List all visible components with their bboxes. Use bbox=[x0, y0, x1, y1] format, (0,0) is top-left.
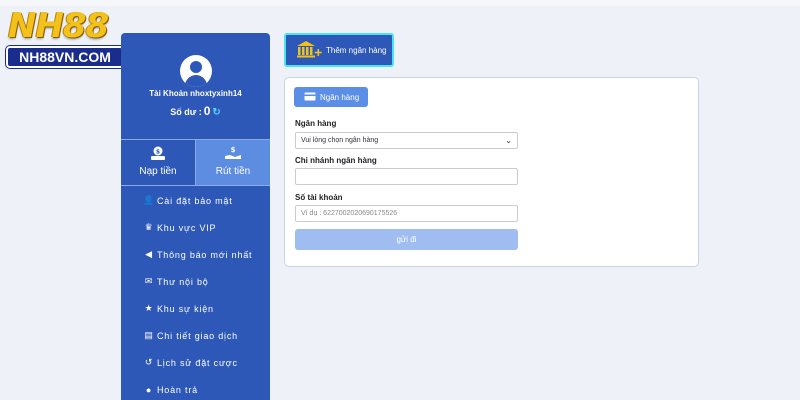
branch-input[interactable] bbox=[295, 168, 518, 185]
menu-item-label: Hoàn trả bbox=[157, 384, 198, 395]
brand-logo[interactable]: NH88 NH88VN.COM bbox=[2, 4, 126, 70]
menu-item-label: Thông báo mới nhất bbox=[157, 249, 253, 260]
balance-label: Số dư : bbox=[170, 107, 202, 117]
bank-select-value: Vui lòng chọn ngân hàng bbox=[301, 137, 379, 144]
withdraw-label: Rút tiền bbox=[215, 166, 251, 177]
chevron-down-icon: ⌄ bbox=[505, 136, 512, 145]
sidebar: Tài Khoản nhoxtyxinh14 Số dư :0 ↻ $ Nạp t… bbox=[121, 33, 270, 400]
menu-item-vip[interactable]: ♛ Khu vực VIP bbox=[121, 214, 270, 241]
withdraw-icon: $ bbox=[196, 146, 270, 162]
account-number-label: Số tài khoản bbox=[295, 193, 343, 202]
menu-item-events[interactable]: ★ Khu sự kiện bbox=[121, 295, 270, 322]
tab-bank[interactable]: Ngân hàng bbox=[294, 87, 368, 107]
account-number-input[interactable]: Ví dụ : 6227002020690175526 bbox=[295, 205, 518, 222]
balance-value: 0 bbox=[203, 104, 211, 118]
avatar bbox=[180, 55, 212, 87]
bank-label: Ngân hàng bbox=[295, 119, 337, 128]
deposit-icon: $ bbox=[121, 146, 195, 162]
menu-item-rebate[interactable]: ● Hoàn trả bbox=[121, 376, 270, 400]
trophy-icon: ★ bbox=[144, 303, 154, 313]
logo-site: NH88VN.COM bbox=[6, 46, 124, 68]
svg-text:$: $ bbox=[231, 146, 236, 154]
megaphone-icon: ◀ bbox=[145, 249, 153, 259]
avatar-body bbox=[185, 75, 207, 87]
menu-item-label: Thư nội bộ bbox=[157, 276, 209, 287]
menu-item-label: Cài đặt bảo mật bbox=[157, 195, 233, 206]
balance: Số dư :0 ↻ bbox=[121, 104, 270, 118]
deposit-label: Nạp tiền bbox=[139, 166, 177, 177]
bank-form-panel: Ngân hàng Ngân hàng Vui lòng chọn ngân h… bbox=[284, 77, 699, 267]
menu-item-label: Chi tiết giao dịch bbox=[157, 330, 238, 341]
menu-item-notifications[interactable]: ◀ Thông báo mới nhất bbox=[121, 241, 270, 268]
svg-text:$: $ bbox=[156, 149, 160, 156]
branch-label: Chi nhánh ngân hàng bbox=[295, 156, 377, 165]
menu-item-security[interactable]: 👤 Cài đặt bảo mật bbox=[121, 187, 270, 214]
avatar-head bbox=[190, 61, 202, 73]
bank-add-icon bbox=[296, 40, 322, 60]
menu-item-inbox[interactable]: ✉ Thư nội bộ bbox=[121, 268, 270, 295]
withdraw-button[interactable]: $ Rút tiền bbox=[196, 140, 270, 185]
menu-item-transactions[interactable]: ▤ Chi tiết giao dịch bbox=[121, 322, 270, 349]
refresh-icon[interactable]: ↻ bbox=[212, 107, 220, 118]
history-icon: ↺ bbox=[144, 357, 154, 367]
submit-button[interactable]: gửi đi bbox=[295, 229, 518, 250]
add-bank-button[interactable]: Thêm ngân hàng bbox=[284, 33, 394, 67]
add-bank-label: Thêm ngân hàng bbox=[326, 45, 387, 55]
clipboard-icon: ▤ bbox=[144, 330, 154, 340]
bank-select[interactable]: Vui lòng chọn ngân hàng ⌄ bbox=[295, 132, 518, 149]
tab-label: Ngân hàng bbox=[320, 92, 360, 102]
user-lock-icon: 👤 bbox=[143, 195, 156, 205]
dollar-icon: ● bbox=[145, 384, 153, 395]
menu-item-label: Khu sự kiện bbox=[157, 303, 214, 314]
logo-word: NH88 bbox=[8, 6, 109, 46]
crown-icon: ♛ bbox=[144, 222, 154, 232]
menu-item-label: Khu vực VIP bbox=[157, 222, 217, 233]
bank-card-icon bbox=[304, 92, 316, 103]
sidebar-menu: 👤 Cài đặt bảo mật ♛ Khu vực VIP ◀ Thông … bbox=[121, 187, 270, 400]
envelope-icon: ✉ bbox=[144, 276, 154, 286]
deposit-button[interactable]: $ Nạp tiền bbox=[121, 140, 196, 185]
menu-item-bet-history[interactable]: ↺ Lịch sử đặt cược bbox=[121, 349, 270, 376]
account-name: Tài Khoản nhoxtyxinh14 bbox=[149, 89, 242, 98]
menu-item-label: Lịch sử đặt cược bbox=[157, 357, 238, 368]
action-row: $ Nạp tiền $ Rút tiền bbox=[121, 139, 270, 186]
